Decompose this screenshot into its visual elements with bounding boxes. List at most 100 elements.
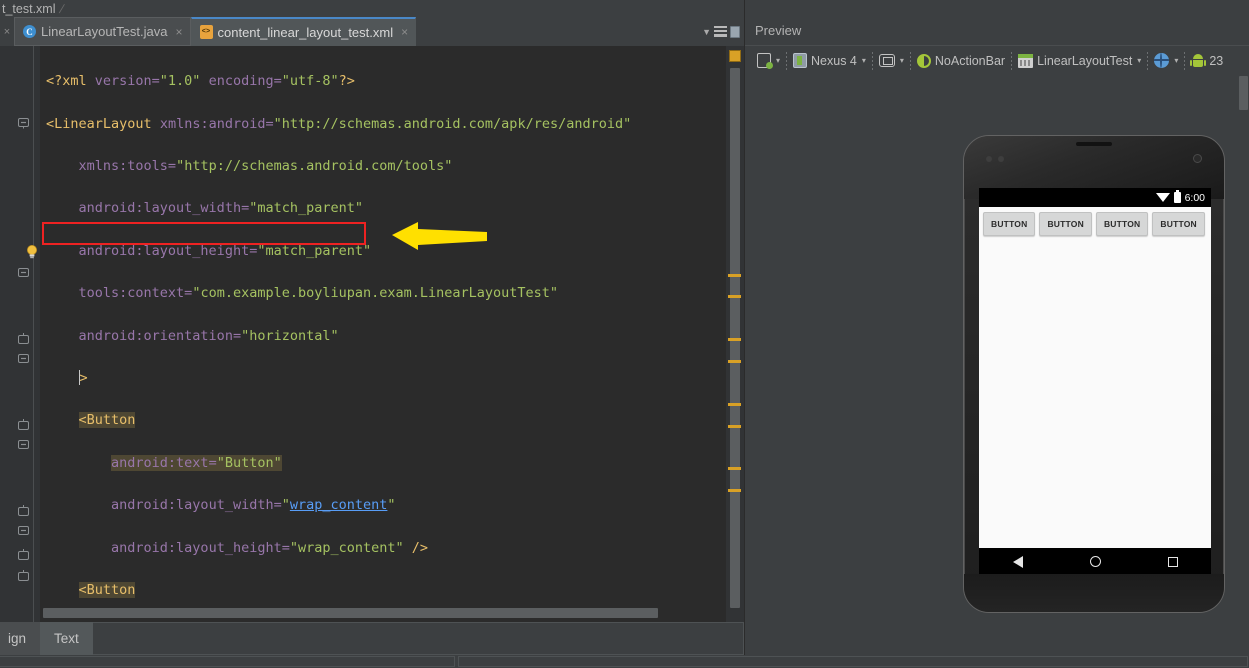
nav-recents-icon[interactable] bbox=[1167, 556, 1178, 567]
status-bar bbox=[0, 655, 1249, 668]
warning-marker[interactable] bbox=[728, 360, 741, 363]
code-line: android:layout_height="wrap_content" /> bbox=[111, 539, 429, 556]
tab-list-icon[interactable] bbox=[714, 26, 727, 37]
tab-overflow-icon[interactable] bbox=[730, 25, 740, 38]
preview-toolbar: ▾ Nexus 4 ▾ ▾ NoActionBar LinearLayoutTe… bbox=[745, 45, 1249, 75]
wifi-icon bbox=[1155, 193, 1170, 202]
inspection-status-icon[interactable] bbox=[729, 50, 741, 62]
activity-selector-button[interactable]: LinearLayoutTest ▾ bbox=[1012, 49, 1147, 73]
warning-marker[interactable] bbox=[728, 467, 741, 470]
preview-scrollbar[interactable] bbox=[1239, 76, 1248, 110]
code-line: <?xml version="1.0" encoding="utf-8"?> bbox=[46, 73, 355, 90]
code-line: android:layout_width="match_parent" bbox=[78, 200, 363, 217]
warning-marker[interactable] bbox=[728, 403, 741, 406]
sensor-icon bbox=[986, 156, 992, 162]
warning-marker[interactable] bbox=[728, 338, 741, 341]
editor-horizontal-scrollbar[interactable] bbox=[40, 608, 730, 618]
code-line: android:orientation="horizontal" bbox=[78, 327, 339, 344]
gutter-divider bbox=[33, 46, 34, 622]
device-bezel-bottom bbox=[964, 574, 1224, 612]
nav-home-icon[interactable] bbox=[1089, 556, 1101, 567]
device-screen[interactable]: 6:00 BUTTON BUTTON BUTTON BUTTON bbox=[979, 188, 1211, 548]
fold-end-icon[interactable] bbox=[18, 505, 29, 516]
linear-layout-horizontal: BUTTON BUTTON BUTTON BUTTON bbox=[983, 212, 1207, 236]
close-icon[interactable]: × bbox=[175, 25, 182, 39]
fold-end-icon[interactable] bbox=[18, 549, 29, 560]
code-line: <Button bbox=[78, 412, 136, 429]
camera-icon bbox=[1193, 154, 1202, 163]
locale-selector-button[interactable]: ▾ bbox=[1148, 49, 1184, 73]
orientation-button[interactable]: ▾ bbox=[873, 49, 910, 73]
preview-button-3[interactable]: BUTTON bbox=[1095, 212, 1149, 236]
fold-end-icon[interactable] bbox=[18, 333, 29, 344]
tab-design-label: ign bbox=[8, 631, 27, 646]
chevron-down-icon[interactable]: ▾ bbox=[1137, 56, 1141, 65]
chevron-down-icon[interactable]: ▾ bbox=[862, 56, 866, 65]
editor-tab-java[interactable]: C LinearLayoutTest.java × bbox=[14, 17, 191, 46]
code-line: android:text="Button" bbox=[111, 454, 282, 471]
tab-design[interactable]: ign bbox=[0, 622, 41, 655]
android-studio-window: t_test.xml / × C LinearLayoutTest.java ×… bbox=[0, 0, 1249, 668]
status-bar-right bbox=[458, 656, 1248, 667]
warning-marker[interactable] bbox=[728, 489, 741, 492]
editor-tab-java-label: LinearLayoutTest.java bbox=[41, 24, 168, 39]
status-bar-left bbox=[0, 656, 455, 667]
code-line: <LinearLayout xmlns:android="http://sche… bbox=[46, 115, 632, 132]
editor-mode-tabs: ign Text bbox=[0, 622, 744, 655]
chevron-down-icon[interactable]: ▾ bbox=[1174, 56, 1178, 65]
close-all-tabs-icon[interactable]: × bbox=[0, 17, 14, 46]
preview-button-4[interactable]: BUTTON bbox=[1152, 212, 1205, 236]
fold-end-icon[interactable] bbox=[18, 570, 29, 581]
code-line: android:layout_width="wrap_content" bbox=[111, 497, 396, 514]
fold-marker-icon[interactable] bbox=[18, 526, 29, 537]
tab-text[interactable]: Text bbox=[40, 622, 93, 655]
code-editor[interactable]: <?xml version="1.0" encoding="utf-8"?> <… bbox=[0, 46, 744, 622]
tab-text-label: Text bbox=[54, 631, 79, 646]
code-text[interactable]: <?xml version="1.0" encoding="utf-8"?> <… bbox=[40, 46, 744, 622]
fold-end-icon[interactable] bbox=[18, 419, 29, 430]
preview-button-2[interactable]: BUTTON bbox=[1039, 212, 1092, 236]
close-icon[interactable]: × bbox=[401, 25, 408, 39]
chevron-down-icon[interactable]: ▾ bbox=[900, 56, 904, 65]
device-navigation-bar bbox=[979, 548, 1211, 575]
chevron-down-icon[interactable]: ▾ bbox=[776, 56, 780, 65]
editor-tab-bar: × C LinearLayoutTest.java × content_line… bbox=[0, 17, 744, 46]
globe-locale-icon bbox=[1154, 53, 1170, 68]
editor-tab-xml[interactable]: content_linear_layout_test.xml × bbox=[190, 17, 417, 46]
code-line: xmlns:tools="http://schemas.android.com/… bbox=[78, 157, 453, 174]
xml-file-icon bbox=[199, 25, 213, 39]
scrollbar-thumb[interactable] bbox=[43, 608, 658, 618]
theme-selector-label: NoActionBar bbox=[934, 53, 1006, 68]
annotation-arrow-icon bbox=[392, 222, 492, 250]
device-selector-button[interactable]: Nexus 4 ▾ bbox=[787, 49, 872, 73]
chevron-down-icon[interactable]: ▼ bbox=[702, 27, 711, 37]
fold-marker-icon[interactable] bbox=[18, 268, 29, 279]
intention-bulb-icon[interactable] bbox=[24, 244, 40, 260]
device-config-button[interactable]: ▾ bbox=[751, 49, 786, 73]
code-line: <Button bbox=[78, 581, 136, 598]
code-line: > bbox=[78, 369, 88, 386]
editor-marker-bar[interactable] bbox=[726, 46, 744, 622]
activity-selector-label: LinearLayoutTest bbox=[1037, 53, 1133, 68]
fold-marker-icon[interactable] bbox=[18, 440, 29, 451]
theme-selector-button[interactable]: NoActionBar bbox=[911, 49, 1011, 73]
code-line: tools:context="com.example.boyliupan.exa… bbox=[78, 285, 559, 302]
app-content-area: BUTTON BUTTON BUTTON BUTTON bbox=[979, 207, 1211, 548]
editor-gutter[interactable] bbox=[0, 46, 40, 622]
warning-marker[interactable] bbox=[728, 274, 741, 277]
orientation-icon bbox=[878, 54, 895, 67]
breadcrumb-file[interactable]: t_test.xml bbox=[2, 2, 56, 16]
preview-button-1[interactable]: BUTTON bbox=[983, 212, 1036, 236]
device-icon bbox=[793, 53, 808, 68]
java-class-icon: C bbox=[23, 25, 36, 38]
device-status-bar: 6:00 bbox=[979, 188, 1211, 207]
warning-marker[interactable] bbox=[728, 425, 741, 428]
breadcrumb-separator: / bbox=[57, 1, 66, 16]
fold-marker-icon[interactable] bbox=[18, 118, 29, 129]
nav-back-icon[interactable] bbox=[1012, 555, 1023, 568]
warning-marker[interactable] bbox=[728, 295, 741, 298]
mode-tabs-filler bbox=[92, 622, 744, 655]
fold-marker-icon[interactable] bbox=[18, 354, 29, 365]
api-level-button[interactable]: 23 bbox=[1185, 49, 1229, 73]
speaker-grill bbox=[1076, 142, 1112, 146]
